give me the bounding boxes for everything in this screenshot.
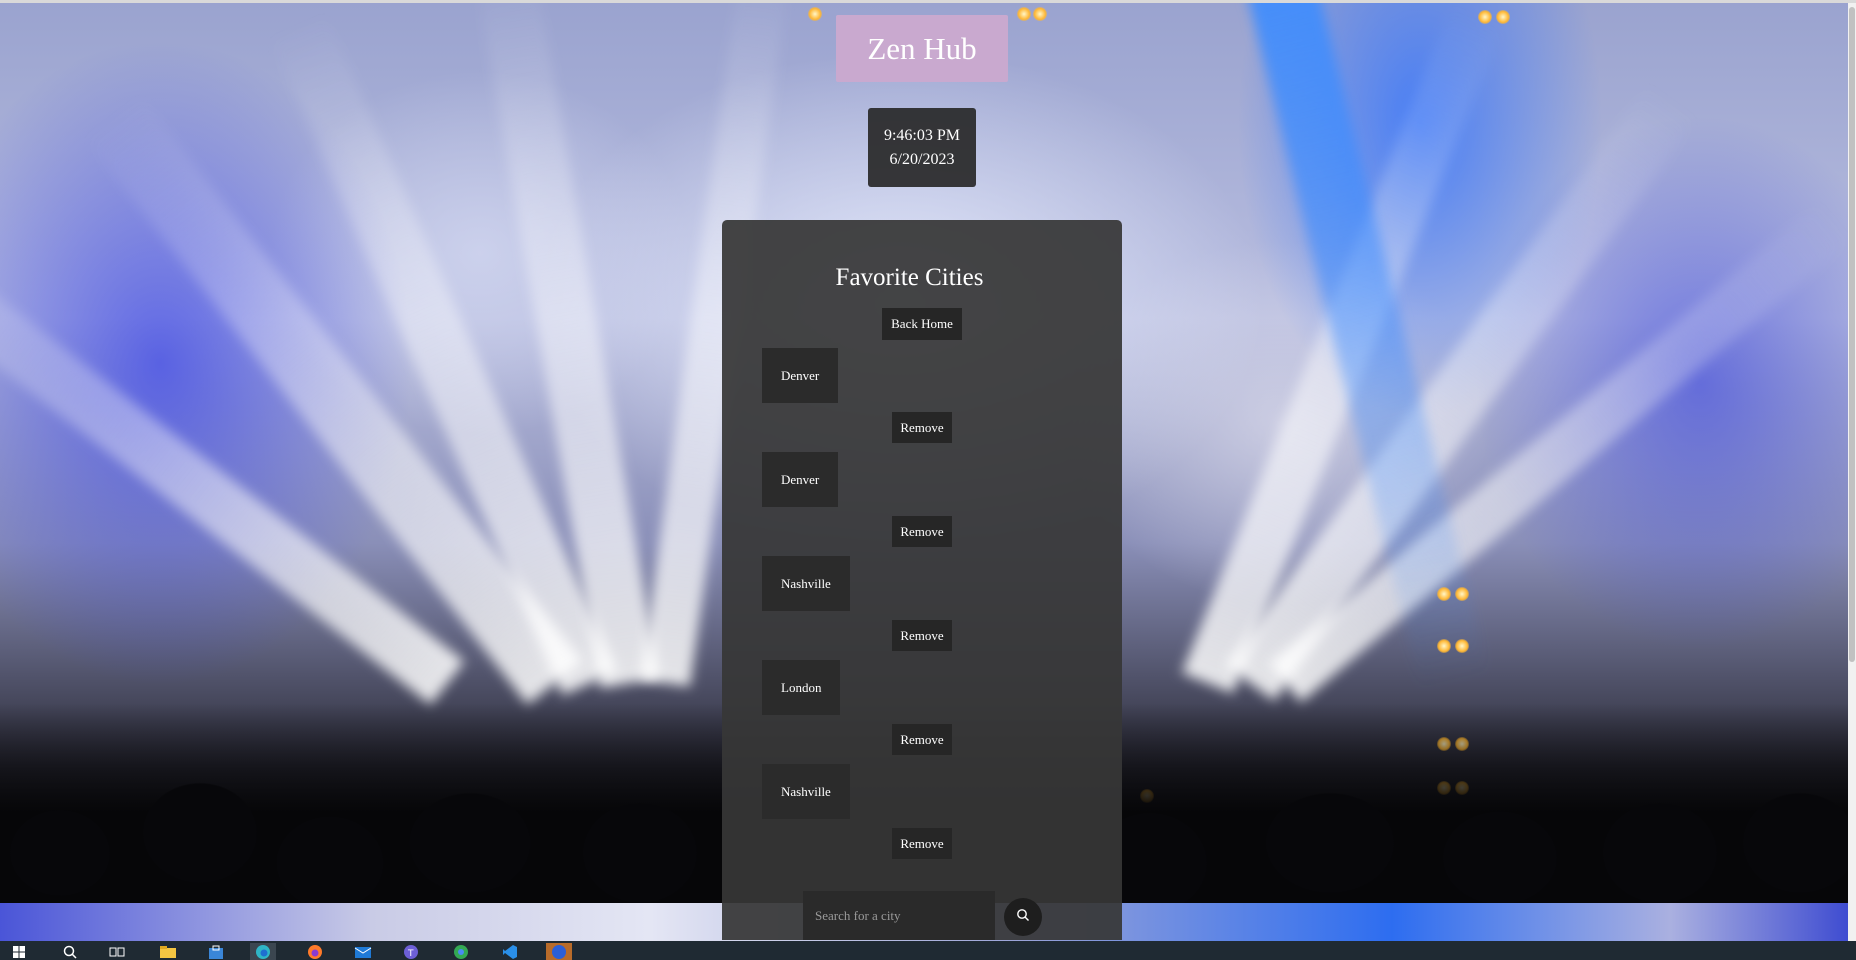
- chrome-icon[interactable]: [448, 943, 474, 960]
- windows-start-icon[interactable]: [6, 943, 32, 960]
- app-icon[interactable]: [546, 943, 572, 960]
- remove-button[interactable]: Remove: [892, 620, 952, 651]
- svg-text:T: T: [407, 949, 414, 959]
- vscode-icon[interactable]: [497, 943, 523, 960]
- remove-button[interactable]: Remove: [892, 724, 952, 755]
- remove-button[interactable]: Remove: [892, 828, 952, 859]
- page-scrollbar[interactable]: [1848, 3, 1856, 941]
- edge-browser-icon[interactable]: [250, 943, 276, 960]
- city-item-denver[interactable]: Denver: [762, 348, 839, 403]
- file-explorer-icon[interactable]: [155, 943, 181, 960]
- remove-button[interactable]: Remove: [892, 516, 952, 547]
- firefox-icon[interactable]: [302, 943, 328, 960]
- panel-title: Favorite Cities: [835, 264, 984, 291]
- search-icon[interactable]: [57, 943, 83, 960]
- back-home-button[interactable]: Back Home: [882, 308, 962, 340]
- city-item-nashville[interactable]: Nashville: [762, 764, 850, 819]
- task-view-icon[interactable]: [104, 943, 130, 960]
- teams-icon[interactable]: T: [398, 943, 424, 960]
- city-item-nashville[interactable]: Nashville: [762, 556, 850, 611]
- clock-time: 9:46:03 PM: [883, 126, 960, 144]
- clock-widget: 9:46:03 PM 6/20/2023: [868, 108, 976, 187]
- scrollbar-thumb[interactable]: [1849, 7, 1855, 662]
- search-input[interactable]: [803, 891, 995, 940]
- windows-taskbar: T: [0, 941, 1856, 960]
- search-button[interactable]: [1004, 898, 1042, 936]
- app-logo: Zen Hub: [836, 15, 1008, 82]
- store-icon[interactable]: [203, 943, 229, 960]
- clock-date: 6/20/2023: [889, 150, 955, 168]
- remove-button[interactable]: Remove: [892, 412, 952, 443]
- search-bar: [803, 891, 995, 940]
- city-item-denver[interactable]: Denver: [762, 452, 839, 507]
- city-item-london[interactable]: London: [762, 660, 841, 715]
- search-icon: [1016, 908, 1030, 927]
- favorite-cities-panel: Favorite Cities Back Home Denver Remove …: [722, 220, 1122, 940]
- mail-icon[interactable]: [350, 943, 376, 960]
